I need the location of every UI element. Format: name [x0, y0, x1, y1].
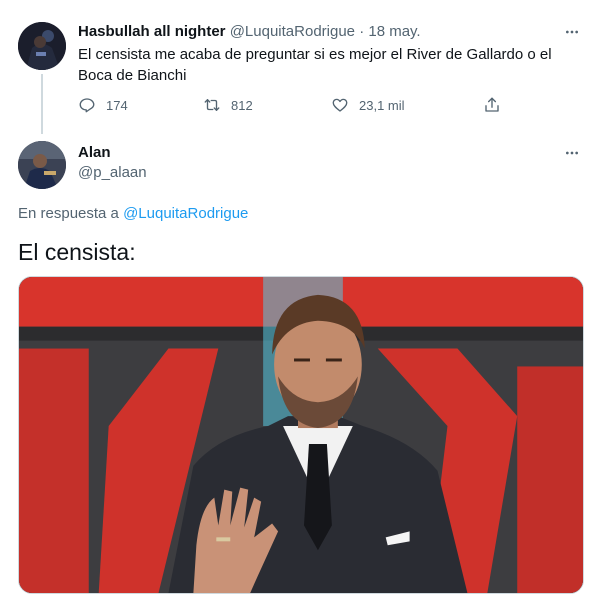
- share-icon: [485, 97, 499, 112]
- display-name[interactable]: Hasbullah all nighter: [78, 23, 226, 40]
- reply-prefix: En respuesta a: [18, 205, 119, 222]
- avatar-image: [18, 141, 66, 189]
- like-button[interactable]: 23,1 mil: [331, 96, 405, 114]
- tweet-text: El censista me acaba de preguntar si es …: [78, 46, 552, 84]
- reply-count: 174: [106, 97, 128, 113]
- avatar[interactable]: [18, 22, 66, 70]
- tweet-text: El censista:: [18, 239, 136, 265]
- thread-line: [41, 74, 43, 134]
- handle[interactable]: @LuquitaRodrigue: [230, 23, 355, 40]
- avatar-image: [18, 22, 66, 70]
- tweet-header: Hasbullah all nighter @LuquitaRodrigue ·…: [78, 22, 421, 42]
- reply-context: En respuesta a @LuquitaRodrigue: [18, 204, 248, 224]
- more-horizontal-icon: [566, 151, 578, 155]
- timestamp[interactable]: 18 may.: [368, 23, 420, 40]
- handle[interactable]: @p_alaan: [78, 163, 147, 183]
- heart-icon: [332, 98, 348, 112]
- retweet-count: 812: [231, 97, 253, 113]
- display-name[interactable]: Alan: [78, 143, 111, 163]
- tweet-actions: 174 812 23,1 mil: [78, 96, 508, 116]
- reply-icon: [79, 98, 95, 113]
- reply-button[interactable]: 174: [78, 96, 128, 114]
- more-horizontal-icon: [566, 30, 578, 34]
- tweet-media[interactable]: [18, 276, 584, 594]
- retweet-icon: [204, 99, 220, 111]
- retweet-button[interactable]: 812: [203, 96, 253, 114]
- separator: ·: [359, 23, 365, 40]
- more-button[interactable]: [560, 22, 584, 42]
- main-tweet[interactable]: Alan @p_alaan En respuesta a @LuquitaRod…: [0, 135, 604, 604]
- media-image: [19, 277, 583, 593]
- reply-handle-link[interactable]: @LuquitaRodrigue: [123, 205, 248, 222]
- parent-tweet[interactable]: Hasbullah all nighter @LuquitaRodrigue ·…: [0, 0, 604, 135]
- more-button[interactable]: [560, 143, 584, 163]
- share-button[interactable]: [483, 96, 501, 114]
- avatar[interactable]: [18, 141, 66, 189]
- like-count: 23,1 mil: [359, 97, 405, 113]
